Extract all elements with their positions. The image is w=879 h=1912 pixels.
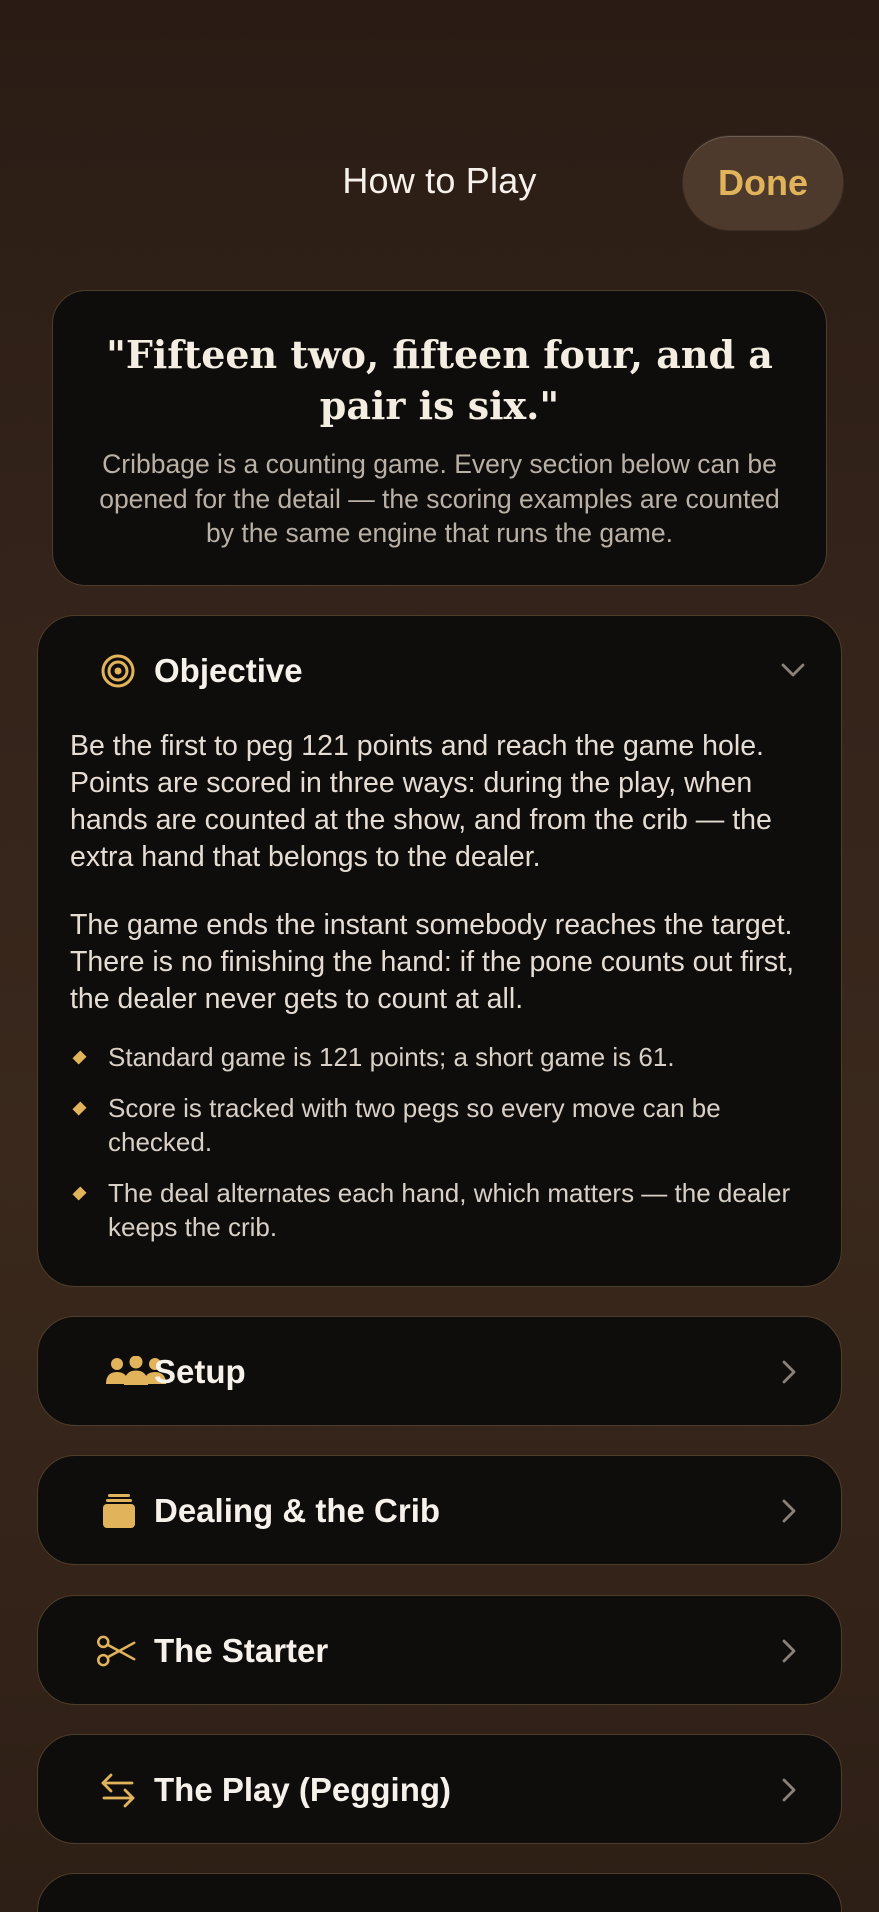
diamond-bullet-icon <box>72 1186 87 1201</box>
section-title: The Play (Pegging) <box>154 1771 452 1808</box>
chevron-right-icon <box>775 1776 803 1804</box>
swap-arrows-icon <box>98 1770 138 1810</box>
diamond-bullet-icon <box>72 1050 87 1065</box>
bullet-text: Standard game is 121 points; a short gam… <box>108 1042 675 1072</box>
section-dealing-crib[interactable]: Dealing & the Crib <box>37 1455 842 1565</box>
intro-description: Cribbage is a counting game. Every secti… <box>99 449 780 548</box>
chevron-down-icon[interactable] <box>779 656 807 684</box>
objective-paragraph: Be the first to peg 121 points and reach… <box>70 730 772 873</box>
section-starter[interactable]: The Starter <box>37 1595 842 1705</box>
section-setup[interactable]: Setup <box>37 1316 842 1426</box>
chevron-right-icon <box>775 1637 803 1665</box>
section-objective-header[interactable]: Objective <box>38 616 841 726</box>
intro-quote: "Fifteen two, fifteen four, and a pair i… <box>106 332 773 428</box>
intro-card: "Fifteen two, fifteen four, and a pair i… <box>52 290 827 586</box>
objective-bullet-list: Standard game is 121 points; a short gam… <box>70 1040 830 1244</box>
section-title: Dealing & the Crib <box>154 1492 441 1529</box>
chevron-right-icon <box>775 1497 803 1525</box>
section-objective: Objective Be the first to peg 121 points… <box>37 615 842 1287</box>
section-play-pegging[interactable]: The Play (Pegging) <box>37 1734 842 1844</box>
section-title: The Starter <box>154 1632 329 1669</box>
section-title: Objective <box>154 652 303 689</box>
objective-paragraph: The game ends the instant somebody reach… <box>70 909 795 1015</box>
list-item: Standard game is 121 points; a short gam… <box>70 1040 830 1074</box>
bullet-text: The deal alternates each hand, which mat… <box>108 1178 791 1242</box>
section-objective-content: Be the first to peg 121 points and reach… <box>70 728 830 1261</box>
target-icon <box>98 651 138 691</box>
nav-header: How to Play Done <box>0 0 879 240</box>
bullet-text: Score is tracked with two pegs so every … <box>108 1093 721 1157</box>
scissors-icon <box>96 1631 136 1671</box>
section-next-partial[interactable] <box>37 1873 842 1912</box>
chevron-right-icon <box>775 1358 803 1386</box>
list-item: The deal alternates each hand, which mat… <box>70 1176 830 1244</box>
diamond-bullet-icon <box>72 1101 87 1116</box>
done-button[interactable]: Done <box>683 136 843 230</box>
list-item: Score is tracked with two pegs so every … <box>70 1091 830 1159</box>
section-title: Setup <box>154 1353 246 1390</box>
card-stack-icon <box>99 1491 139 1531</box>
